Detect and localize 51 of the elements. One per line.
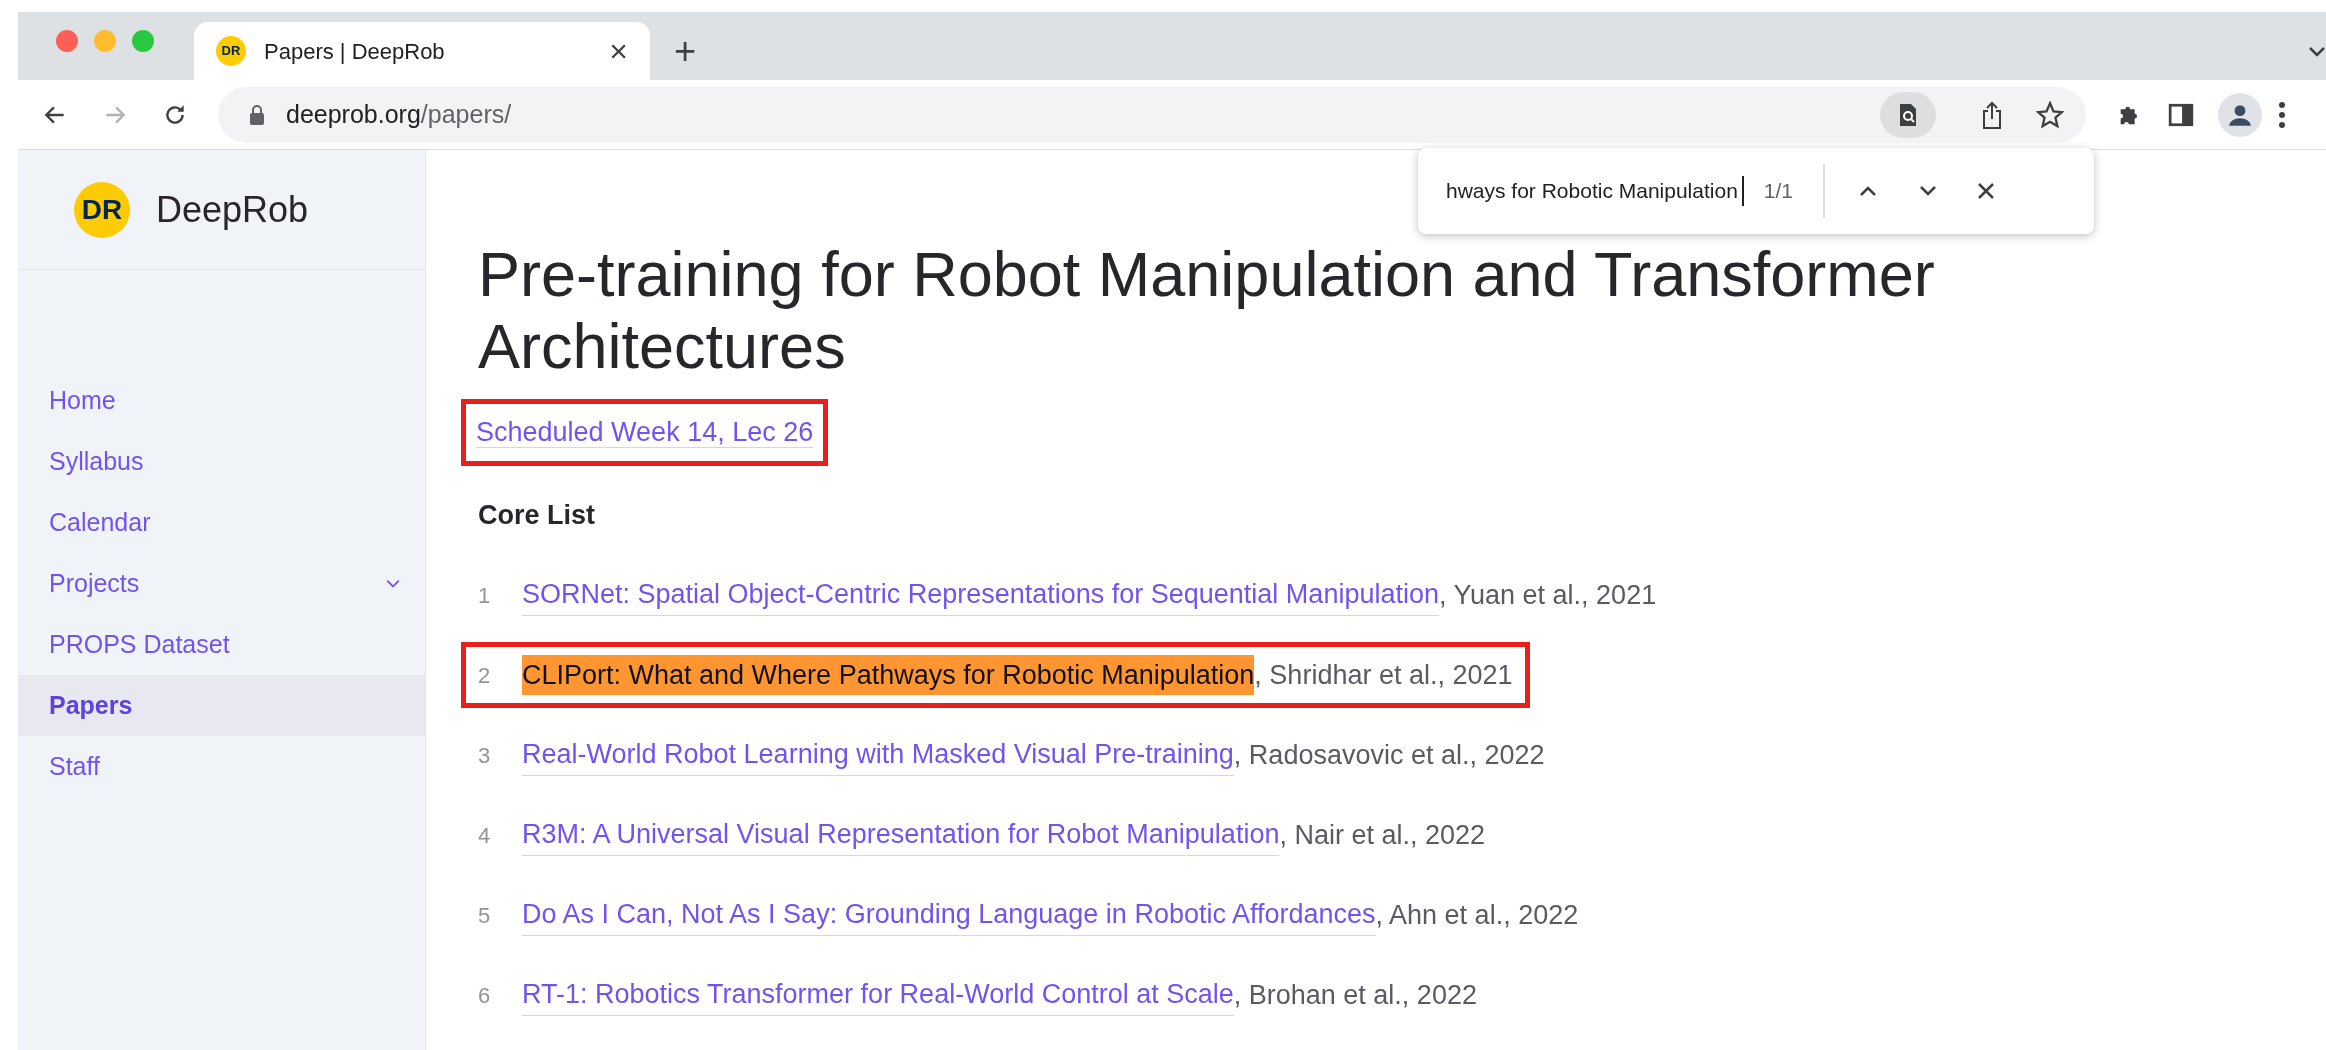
new-tab-button[interactable]: + xyxy=(674,32,697,70)
close-tab-button[interactable]: × xyxy=(609,35,628,67)
paper-authors: , Shridhar et al., 2021 xyxy=(1254,658,1513,692)
section-heading: Core List xyxy=(478,498,597,532)
chevron-down-icon[interactable] xyxy=(385,578,401,589)
list-number: 2 xyxy=(478,661,492,690)
chevron-down-icon[interactable] xyxy=(2308,46,2326,58)
site-logo[interactable]: DR xyxy=(74,181,130,238)
site-name[interactable]: DeepRob xyxy=(156,182,309,237)
nav-item[interactable]: PROPS Dataset xyxy=(18,614,425,675)
list-number: 4 xyxy=(478,821,492,850)
schedule-link[interactable]: Scheduled Week 14, Lec 26 xyxy=(476,417,814,448)
paper-authors: , Yuan et al., 2021 xyxy=(1439,578,1657,612)
nav-item[interactable]: Home xyxy=(18,370,425,431)
paper-link[interactable]: RT-1: Robotics Transformer for Real-World Control at Scale xyxy=(522,974,1234,1016)
list-number: 1 xyxy=(478,581,492,610)
share-icon[interactable] xyxy=(1980,99,2004,130)
nav-item[interactable]: Papers xyxy=(18,675,425,736)
paper-link[interactable]: SORNet: Spatial Object-Centric Representations for Sequential Manipulation xyxy=(522,574,1439,616)
paper-link[interactable]: R3M: A Universal Visual Representation for Robot Manipulation xyxy=(522,814,1280,856)
profile-icon[interactable] xyxy=(2218,92,2262,137)
paper-authors: , Radosavovic et al., 2022 xyxy=(1233,738,1545,772)
nav-item[interactable]: Staff xyxy=(18,736,425,797)
nav-item[interactable]: Syllabus xyxy=(18,431,425,492)
find-input[interactable]: hways for Robotic Manipulation xyxy=(1446,176,1744,206)
address-bar[interactable]: deeprob.org/papers/ xyxy=(218,86,2086,143)
paper-authors: , Brohan et al., 2022 xyxy=(1233,978,1477,1012)
site-favicon: DR xyxy=(216,36,246,66)
lock-icon xyxy=(248,103,266,126)
tab-title: Papers | DeepRob xyxy=(264,37,446,66)
side-panel-icon[interactable] xyxy=(2168,101,2194,128)
paper-authors: , Ahn et al., 2022 xyxy=(1375,898,1579,932)
paper-link[interactable]: Real-World Robot Learning with Masked Visual Pre-training xyxy=(522,734,1234,776)
list-number: 6 xyxy=(478,981,492,1010)
star-icon[interactable] xyxy=(2036,100,2064,129)
list-number: 3 xyxy=(478,741,492,770)
nav-item[interactable]: Calendar xyxy=(18,492,425,553)
paper-authors: , Nair et al., 2022 xyxy=(1279,818,1486,852)
browser-tab[interactable]: DR Papers | DeepRob × xyxy=(194,22,650,80)
list-number: 5 xyxy=(478,901,492,930)
paper-link[interactable]: CLIPort: What and Where Pathways for Robotic Manipulation xyxy=(522,654,1255,696)
url-text: deeprob.org/papers/ xyxy=(286,98,512,130)
find-in-page-icon[interactable] xyxy=(1880,91,1936,138)
previous-match-icon[interactable] xyxy=(1859,185,1878,197)
nav-item[interactable]: Projects xyxy=(18,553,425,614)
close-icon[interactable] xyxy=(1977,182,1996,200)
page-title: Pre-training for Robot Manipulation and Transformer Architectures xyxy=(478,238,1936,382)
paper-link[interactable]: Do As I Can, Not As I Say: Grounding Language in Robotic Affordances xyxy=(522,894,1376,936)
match-count: 1/1 xyxy=(1763,178,1794,205)
next-match-icon[interactable] xyxy=(1919,185,1938,197)
menu-icon[interactable] xyxy=(2278,100,2286,129)
